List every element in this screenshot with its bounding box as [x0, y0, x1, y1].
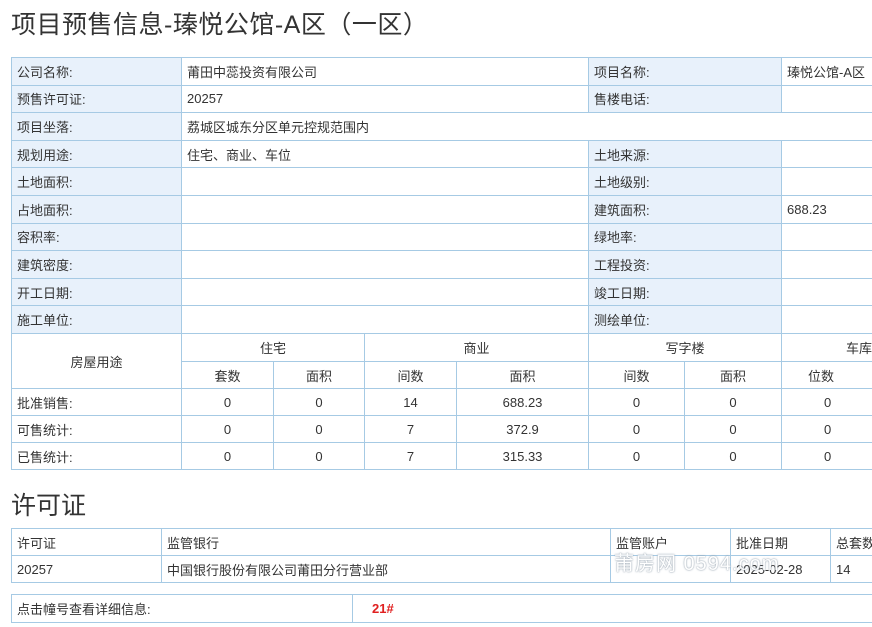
stat-cell: 0	[272, 415, 366, 443]
bank-cell: 中国银行股份有限公司莆田分行营业部	[161, 555, 611, 583]
occupied-area-value	[181, 194, 589, 224]
company-label: 公司名称:	[11, 57, 182, 86]
group-header: 商业	[364, 333, 590, 362]
project-name-value: 瑧悦公馆-A区	[781, 57, 872, 86]
stat-cell: 0	[588, 415, 686, 443]
stat-cell: 0	[181, 415, 274, 443]
group-header: 住宅	[180, 333, 366, 362]
start-date-label: 开工日期:	[11, 277, 182, 307]
stat-cell: 0	[684, 415, 783, 443]
account-cell	[610, 555, 731, 583]
builder-value	[181, 305, 589, 334]
house-usage-stats-table: 房屋用途 住宅 商业 写字楼 车库 套数 面积 间数 面积 间数 面积 位数 批…	[11, 333, 872, 470]
land-source-value	[781, 139, 872, 169]
permit-value: 20257	[181, 84, 589, 114]
project-name-label: 项目名称:	[588, 57, 782, 86]
stat-cell: 0	[272, 388, 366, 416]
stat-cell: 0	[181, 388, 274, 416]
stat-cell: 0	[588, 442, 686, 470]
stat-cell: 0	[684, 388, 783, 416]
land-source-label: 土地来源:	[588, 139, 782, 169]
green-label: 绿地率:	[588, 222, 782, 252]
row-label: 批准销售:	[11, 388, 182, 416]
land-area-label: 土地面积:	[11, 167, 182, 196]
table-row: 已售统计: 0 0 7 315.33 0 0 0	[11, 442, 872, 470]
density-value	[181, 250, 589, 279]
build-area-label: 建筑面积:	[588, 194, 782, 224]
sub-header: 面积	[684, 361, 783, 389]
usage-value: 住宅、商业、车位	[181, 139, 589, 169]
occupied-area-label: 占地面积:	[11, 194, 182, 224]
row-label: 已售统计:	[11, 442, 182, 470]
detail-label: 点击幢号查看详细信息:	[11, 594, 353, 623]
usage-label: 规划用途:	[11, 139, 182, 169]
bank-header: 监管银行	[161, 528, 611, 556]
sub-header: 套数	[181, 361, 274, 389]
permit-section-title: 许可证	[11, 492, 87, 520]
permit-label: 预售许可证:	[11, 84, 182, 114]
location-value: 荔城区城东分区单元控规范围内	[181, 112, 872, 141]
group-header: 写字楼	[588, 333, 783, 362]
approval-date-cell: 2025-02-28	[730, 555, 831, 583]
permit-number-cell: 20257	[11, 555, 162, 583]
building-link-21[interactable]: 21#	[358, 601, 394, 616]
usage-header: 房屋用途	[11, 333, 182, 389]
group-header: 车库	[781, 333, 872, 362]
surveyor-value	[781, 305, 872, 334]
table-row: 批准销售: 0 0 14 688.23 0 0 0	[11, 388, 872, 416]
investment-label: 工程投资:	[588, 250, 782, 279]
permit-table: 许可证 监管银行 监管账户 批准日期 总套数 20257 中国银行股份有限公司莆…	[11, 528, 872, 583]
finish-date-label: 竣工日期:	[588, 277, 782, 307]
stat-cell: 7	[364, 442, 458, 470]
density-label: 建筑密度:	[11, 250, 182, 279]
sub-header: 间数	[364, 361, 458, 389]
build-area-value: 688.23	[781, 194, 872, 224]
green-value	[781, 222, 872, 252]
location-label: 项目坐落:	[11, 112, 182, 141]
stat-cell: 0	[781, 442, 872, 470]
company-value: 莆田中蕊投资有限公司	[181, 57, 589, 86]
row-label: 可售统计:	[11, 415, 182, 443]
account-header: 监管账户	[610, 528, 731, 556]
stat-cell: 0	[181, 442, 274, 470]
stat-cell: 14	[364, 388, 458, 416]
stat-cell: 372.9	[456, 415, 590, 443]
investment-value	[781, 250, 872, 279]
stat-cell: 0	[684, 442, 783, 470]
land-area-value	[181, 167, 589, 196]
stat-cell: 315.33	[456, 442, 590, 470]
land-grade-label: 土地级别:	[588, 167, 782, 196]
stat-cell: 7	[364, 415, 458, 443]
stat-cell: 0	[781, 415, 872, 443]
table-row: 20257 中国银行股份有限公司莆田分行营业部 2025-02-28 14	[11, 555, 872, 583]
far-label: 容积率:	[11, 222, 182, 252]
stat-cell: 0	[272, 442, 366, 470]
project-info-table: 公司名称: 莆田中蕊投资有限公司 项目名称: 瑧悦公馆-A区 预售许可证: 20…	[11, 57, 872, 334]
stat-cell: 0	[781, 388, 872, 416]
builder-label: 施工单位:	[11, 305, 182, 334]
stat-cell: 688.23	[456, 388, 590, 416]
surveyor-label: 测绘单位:	[588, 305, 782, 334]
total-units-cell: 14	[830, 555, 872, 583]
far-value	[181, 222, 589, 252]
permit-header: 许可证	[11, 528, 162, 556]
land-grade-value	[781, 167, 872, 196]
table-row: 可售统计: 0 0 7 372.9 0 0 0	[11, 415, 872, 443]
sub-header: 面积	[272, 361, 366, 389]
total-units-header: 总套数	[830, 528, 872, 556]
start-date-value	[181, 277, 589, 307]
phone-label: 售楼电话:	[588, 84, 782, 114]
finish-date-value	[781, 277, 872, 307]
sub-header: 面积	[456, 361, 590, 389]
sub-header: 位数	[781, 361, 872, 389]
sub-header: 间数	[588, 361, 686, 389]
building-detail-table: 点击幢号查看详细信息: 21#	[11, 594, 872, 623]
stat-cell: 0	[588, 388, 686, 416]
approval-date-header: 批准日期	[730, 528, 831, 556]
phone-value	[781, 84, 872, 114]
page-title: 项目预售信息-瑧悦公馆-A区（一区）	[11, 11, 429, 39]
